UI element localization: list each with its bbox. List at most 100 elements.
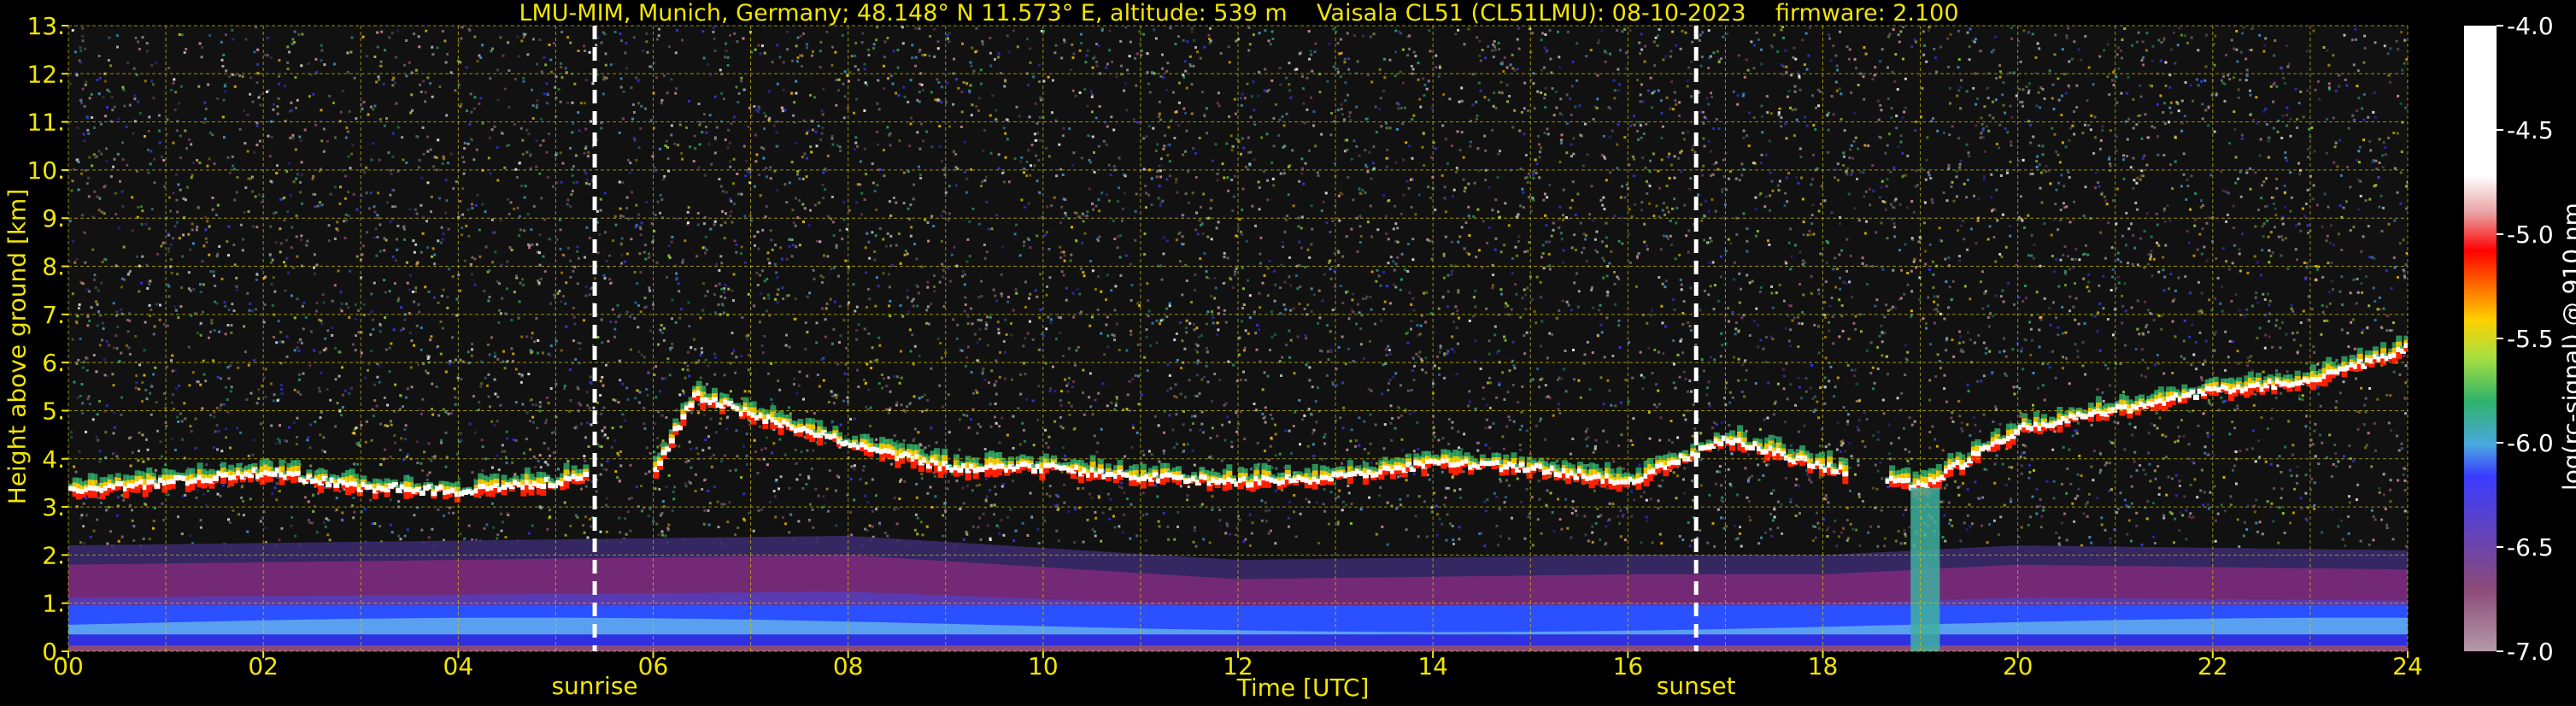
noise-speck [1153, 28, 1156, 32]
noise-speck [2122, 154, 2125, 157]
noise-speck [355, 208, 359, 211]
noise-speck [1379, 284, 1382, 287]
noise-speck [1819, 386, 1822, 389]
noise-speck [1925, 327, 1928, 330]
noise-speck [320, 44, 323, 47]
noise-speck [766, 463, 769, 467]
noise-speck [86, 315, 90, 318]
noise-speck [132, 525, 135, 528]
noise-speck [1387, 389, 1390, 391]
noise-speck [2246, 356, 2250, 360]
noise-speck [1826, 150, 1829, 154]
noise-speck [2273, 81, 2276, 85]
noise-speck [757, 247, 760, 250]
noise-speck [1836, 179, 1840, 182]
noise-speck [299, 139, 302, 143]
noise-speck [907, 170, 910, 174]
noise-speck [1942, 131, 1945, 134]
noise-speck [1173, 538, 1177, 541]
noise-speck [1391, 417, 1394, 420]
noise-speck [1886, 144, 1889, 147]
noise-speck [1591, 286, 1593, 290]
noise-speck [942, 209, 945, 213]
noise-speck [1452, 321, 1456, 324]
noise-speck [809, 93, 812, 97]
noise-speck [1351, 298, 1354, 302]
noise-speck [1738, 301, 1741, 304]
noise-speck [954, 78, 958, 81]
noise-speck [2042, 509, 2045, 512]
noise-speck [715, 126, 719, 129]
noise-speck [2397, 48, 2400, 51]
noise-speck [1266, 374, 1270, 378]
noise-speck [2362, 61, 2366, 64]
noise-speck [498, 309, 501, 312]
noise-speck [511, 360, 514, 363]
noise-speck [431, 382, 434, 385]
noise-speck [370, 158, 373, 162]
noise-speck [1763, 418, 1766, 421]
noise-speck [1087, 134, 1090, 138]
noise-speck [1761, 131, 1764, 134]
noise-speck [677, 144, 680, 147]
noise-speck [1100, 332, 1103, 335]
noise-speck [384, 448, 386, 451]
noise-speck [1375, 462, 1378, 465]
noise-speck [1565, 151, 1569, 155]
noise-speck [1530, 496, 1534, 499]
noise-speck [1444, 210, 1447, 214]
noise-speck [1336, 67, 1340, 70]
noise-speck [1526, 286, 1529, 290]
noise-speck [1380, 125, 1383, 128]
noise-speck [1456, 130, 1459, 133]
noise-speck [468, 422, 472, 426]
noise-speck [441, 162, 444, 165]
noise-speck [300, 238, 303, 242]
noise-speck [1332, 65, 1335, 68]
noise-speck [1193, 529, 1196, 532]
noise-speck [1583, 515, 1587, 518]
noise-speck [1120, 486, 1124, 490]
noise-speck [857, 68, 860, 72]
noise-speck [1042, 333, 1045, 337]
noise-speck [1177, 124, 1180, 127]
noise-speck [772, 124, 776, 127]
noise-speck [2326, 319, 2329, 322]
noise-speck [2404, 263, 2408, 267]
noise-speck [1260, 499, 1264, 503]
noise-speck [2176, 44, 2180, 47]
noise-speck [491, 232, 495, 234]
noise-speck [1508, 484, 1511, 487]
noise-speck [1876, 438, 1880, 441]
noise-speck [901, 42, 905, 45]
noise-speck [2306, 148, 2309, 151]
noise-speck [893, 374, 896, 378]
noise-speck [2151, 44, 2155, 48]
noise-speck [1507, 224, 1511, 227]
noise-speck [1240, 152, 1242, 156]
noise-speck [670, 78, 673, 81]
noise-speck [1653, 64, 1657, 68]
noise-speck [484, 210, 487, 214]
noise-speck [545, 82, 549, 85]
noise-speck [1263, 170, 1265, 173]
noise-speck [1059, 245, 1062, 249]
noise-speck [564, 533, 567, 537]
noise-speck [1688, 187, 1692, 191]
noise-speck [590, 120, 592, 123]
noise-speck [565, 325, 568, 328]
noise-speck [986, 315, 989, 319]
noise-speck [886, 126, 889, 129]
noise-speck [1769, 209, 1771, 212]
noise-speck [120, 285, 123, 289]
noise-speck [656, 38, 659, 41]
noise-speck [1298, 303, 1301, 305]
noise-speck [383, 279, 385, 282]
noise-speck [2302, 309, 2305, 313]
noise-speck [397, 297, 401, 300]
noise-speck [1346, 448, 1349, 451]
noise-speck [2332, 462, 2335, 466]
noise-speck [1448, 522, 1452, 526]
noise-speck [276, 112, 279, 115]
noise-speck [1417, 495, 1421, 498]
